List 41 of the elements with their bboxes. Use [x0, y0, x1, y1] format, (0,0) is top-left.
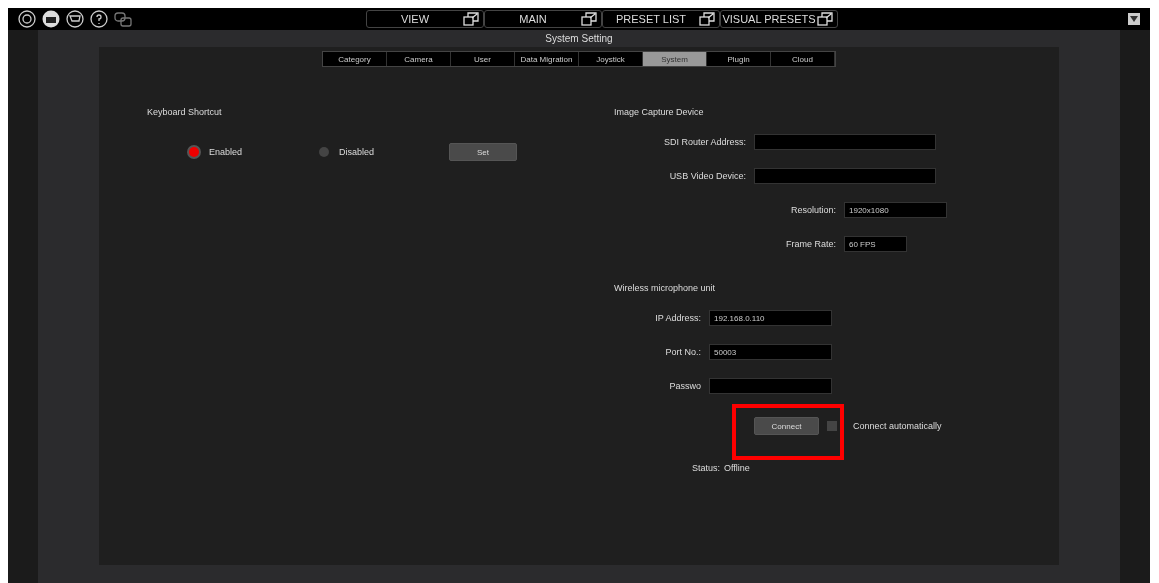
- settings-icon[interactable]: [18, 10, 36, 28]
- status-value: Offline: [724, 463, 750, 473]
- field-label: SDI Router Address:: [662, 137, 747, 147]
- tab[interactable]: System: [643, 52, 707, 66]
- field-label: Port No.:: [664, 347, 702, 357]
- input-field[interactable]: 1920x1080: [844, 202, 947, 218]
- section-heading: Wireless microphone unit: [614, 283, 717, 293]
- popout-icon[interactable]: [581, 12, 597, 26]
- field-label: IP Address:: [654, 313, 702, 323]
- input-field[interactable]: [754, 134, 936, 150]
- input-field[interactable]: 60 FPS: [844, 236, 907, 252]
- radio-option[interactable]: Disabled: [319, 147, 449, 157]
- input-field[interactable]: [709, 378, 832, 394]
- popout-icon[interactable]: [463, 12, 479, 26]
- windows-icon[interactable]: [114, 10, 132, 28]
- field-label: Frame Rate:: [785, 239, 837, 249]
- field-label: Passwo: [668, 381, 702, 391]
- radio-icon[interactable]: [319, 147, 329, 157]
- section-heading: Image Capture Device: [614, 107, 705, 117]
- radio-option[interactable]: Enabled: [189, 147, 319, 157]
- popout-icon[interactable]: [817, 12, 833, 26]
- status-label: Status:: [692, 463, 720, 473]
- input-field[interactable]: 192.168.0.110: [709, 310, 832, 326]
- toolbar-tab[interactable]: PRESET LIST: [602, 10, 720, 28]
- popout-icon[interactable]: [699, 12, 715, 26]
- field-label: USB Video Device:: [668, 171, 747, 181]
- help-icon[interactable]: [90, 10, 108, 28]
- checkbox-label: Connect automatically: [853, 421, 942, 431]
- connect-button[interactable]: Connect: [754, 417, 819, 435]
- section-heading: Keyboard Shortcut: [147, 107, 223, 117]
- input-field[interactable]: 50003: [709, 344, 832, 360]
- dropdown-button[interactable]: [1128, 13, 1140, 25]
- input-field[interactable]: [754, 168, 936, 184]
- toolbar-tab[interactable]: VIEW: [366, 10, 484, 28]
- radio-icon[interactable]: [189, 147, 199, 157]
- field-label: Resolution:: [789, 205, 837, 215]
- set-button[interactable]: Set: [449, 143, 517, 161]
- checkbox[interactable]: [827, 421, 837, 431]
- window-title: System Setting: [545, 32, 613, 46]
- toolbar-tab[interactable]: MAIN: [484, 10, 602, 28]
- toolbar-tab[interactable]: VISUAL PRESETS: [720, 10, 838, 28]
